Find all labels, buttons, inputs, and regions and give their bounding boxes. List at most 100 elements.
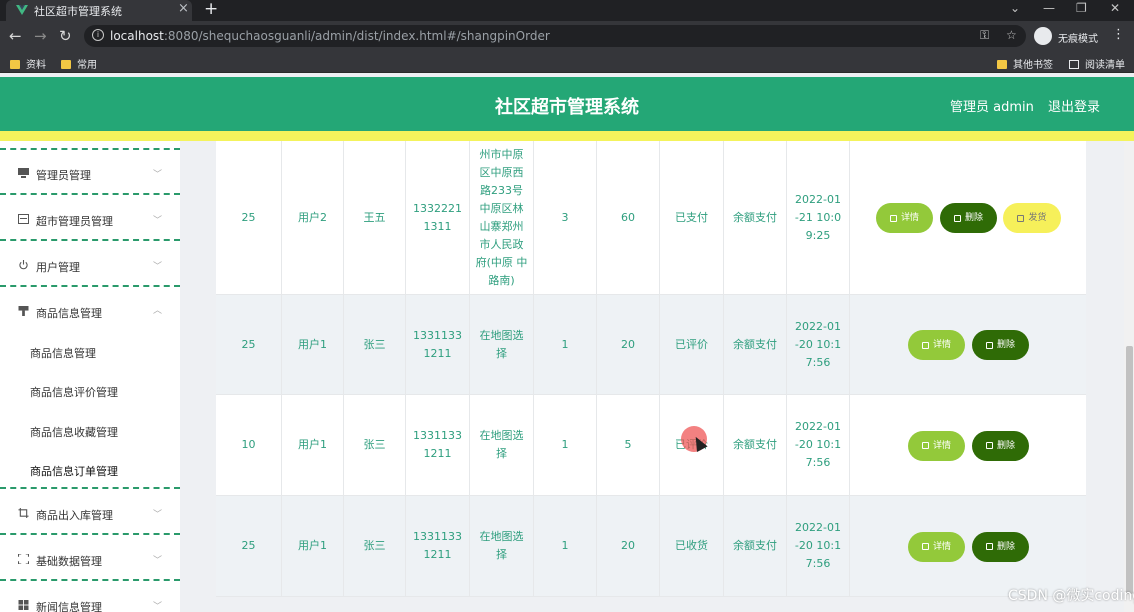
cell-name: 张三 [344,295,406,394]
detail-button-label: 详情 [932,541,951,552]
bookmark-folder-other[interactable]: 其他书签 [997,56,1053,71]
url-text: localhost:8080/shequchaosguanli/admin/di… [110,29,550,43]
chevron-down-icon: ﹀ [153,170,163,180]
browser-tab[interactable]: 社区超市管理系统 × [6,0,192,21]
forward-icon[interactable]: → [34,27,47,45]
cell-total: 60 [597,141,660,294]
detail-button-label: 详情 [932,340,951,350]
ship-button[interactable]: 发货 [1003,203,1061,233]
cell-name: 张三 [344,496,406,596]
folder-icon [997,60,1007,69]
menu-icon[interactable]: ⋮ [1112,27,1125,42]
chevron-up-icon: ︿ [153,306,163,316]
bookmark-folder-changyong[interactable]: 常用 [61,56,97,71]
sub-item-goods-favorite[interactable]: 商品信息收藏管理 [30,424,118,440]
delete-button-label: 删除 [996,440,1015,451]
cell-amount: 25 [216,141,282,294]
sidebar-item-label: 用户管理 [36,261,80,274]
cell-username: 用户2 [282,141,344,294]
delete-button[interactable]: 删除 [972,430,1029,461]
sidebar-item-label: 商品出入库管理 [36,509,113,522]
url-input[interactable]: i localhost:8080/shequchaosguanli/admin/… [84,25,1026,47]
cell-amount: 10 [216,395,282,495]
cell-address: 在地图选 择 [470,295,534,394]
folder-icon [61,60,71,69]
chevron-down-icon: ﹀ [153,510,163,520]
delete-button[interactable]: 删除 [940,203,997,233]
cell-quantity: 1 [534,295,597,394]
trash-icon [985,341,993,349]
sidebar-item-market-admin[interactable]: 超市管理员管理 ﹀ [0,197,180,241]
cell-name: 王五 [344,141,406,294]
detail-button-label: 详情 [932,440,951,451]
sidebar: 管理员管理 ﹀ 超市管理员管理 ﹀ 用户管理 ﹀ 商品信息管理 ︿ 商品信息管理… [0,141,180,612]
cell-quantity: 1 [534,496,597,596]
cell-actions: 详情 删除 发货 [850,141,1086,294]
sidebar-item-goods[interactable]: 商品信息管理 [36,305,102,321]
restore-icon[interactable]: ❐ [1076,1,1087,15]
cell-quantity: 3 [534,141,597,294]
bookmark-folder-ziliao[interactable]: 资料 [10,56,46,71]
current-user: 管理员 admin [950,100,1034,115]
cell-total: 20 [597,295,660,394]
sidebar-item-stock[interactable]: 商品出入库管理 ﹀ [0,491,180,535]
folder-icon [10,60,20,69]
reload-icon[interactable]: ↻ [59,27,72,45]
detail-button[interactable]: 详情 [908,430,965,461]
crop-icon [18,508,29,518]
detail-button[interactable]: 详情 [908,531,965,562]
power-icon [19,260,28,270]
site-info-icon[interactable]: i [92,29,104,41]
detail-button[interactable]: 详情 [908,330,965,360]
key-icon[interactable]: ⚿ [980,28,989,43]
delete-button[interactable]: 删除 [972,531,1029,562]
table-row: 25 用户1 张三 1331133 1211 在地图选 择 1 20 已收货 余额支付 2022-… [216,496,1086,597]
cell-actions: 详情 删除 [850,295,1086,394]
chevron-down-icon: ﹀ [153,556,163,566]
detail-button[interactable]: 详情 [876,203,933,233]
cell-phone: 1331133 1211 [406,496,470,596]
scrollbar-thumb[interactable] [1126,346,1133,594]
trash-icon [985,442,993,449]
sidebar-item-user[interactable]: 用户管理 ﹀ [0,243,180,287]
delete-button-label: 删除 [996,340,1015,350]
table-row: 10用户1张三1331133 1211在地图选 择15已评价余额支付2022-0… [216,395,1086,496]
star-icon[interactable]: ☆ [1006,28,1017,42]
reading-list[interactable]: 阅读清单 [1069,56,1125,71]
cell-time: 2022-01 -20 10:1 7:56 [787,395,850,495]
app-header: 社区超市管理系统 管理员 admin 退出登录 [0,77,1134,131]
sidebar-item-admin[interactable]: 管理员管理 ﹀ [0,151,180,195]
box-icon [1017,214,1025,222]
sidebar-divider [0,148,180,150]
sidebar-item-label: 管理员管理 [36,169,91,182]
minimize-icon[interactable]: — [1043,1,1055,15]
incognito-label[interactable]: 无痕模式 [1058,30,1098,45]
close-window-icon[interactable]: ✕ [1110,1,1120,15]
reading-list-icon [1069,60,1079,69]
order-table: 25 用户2 王五 1332221 1311 州市中原 区中原西 路233号 中原区林 … [216,141,1086,612]
sub-item-goods-info[interactable]: 商品信息管理 [30,345,96,361]
delete-button[interactable]: 删除 [972,330,1029,360]
new-tab-icon[interactable]: + [204,0,218,19]
logout-link[interactable]: 退出登录 [1048,96,1100,115]
delete-button-label: 删除 [964,213,983,223]
sidebar-item-label: 基础数据管理 [36,555,102,568]
back-icon[interactable]: ← [9,27,22,45]
sub-item-goods-review[interactable]: 商品信息评价管理 [30,384,118,400]
sidebar-item-goods-expanded: 商品信息管理 ︿ 商品信息管理 商品信息评价管理 商品信息收藏管理 商品信息订单… [0,289,180,489]
document-icon [921,442,929,449]
delete-button-label: 删除 [996,541,1015,552]
sidebar-item-base-data[interactable]: 基础数据管理 ﹀ [0,537,180,581]
document-icon [889,214,897,222]
cell-time: 2022-01 -21 10:0 9:25 [787,141,850,294]
sidebar-item-news[interactable]: 新闻信息管理 ﹀ [0,583,180,612]
cell-status: 已支付 [660,141,724,294]
trash-icon [985,543,993,550]
sub-item-goods-order[interactable]: 商品信息订单管理 [30,463,118,479]
tab-close-icon[interactable]: × [178,1,189,16]
sidebar-item-label: 超市管理员管理 [36,215,113,228]
header-stripe [0,131,1134,141]
table-row: 25 用户2 王五 1332221 1311 州市中原 区中原西 路233号 中原区林 … [216,141,1086,295]
chevron-down-icon[interactable]: ⌄ [1010,1,1020,15]
incognito-icon[interactable] [1034,27,1052,45]
